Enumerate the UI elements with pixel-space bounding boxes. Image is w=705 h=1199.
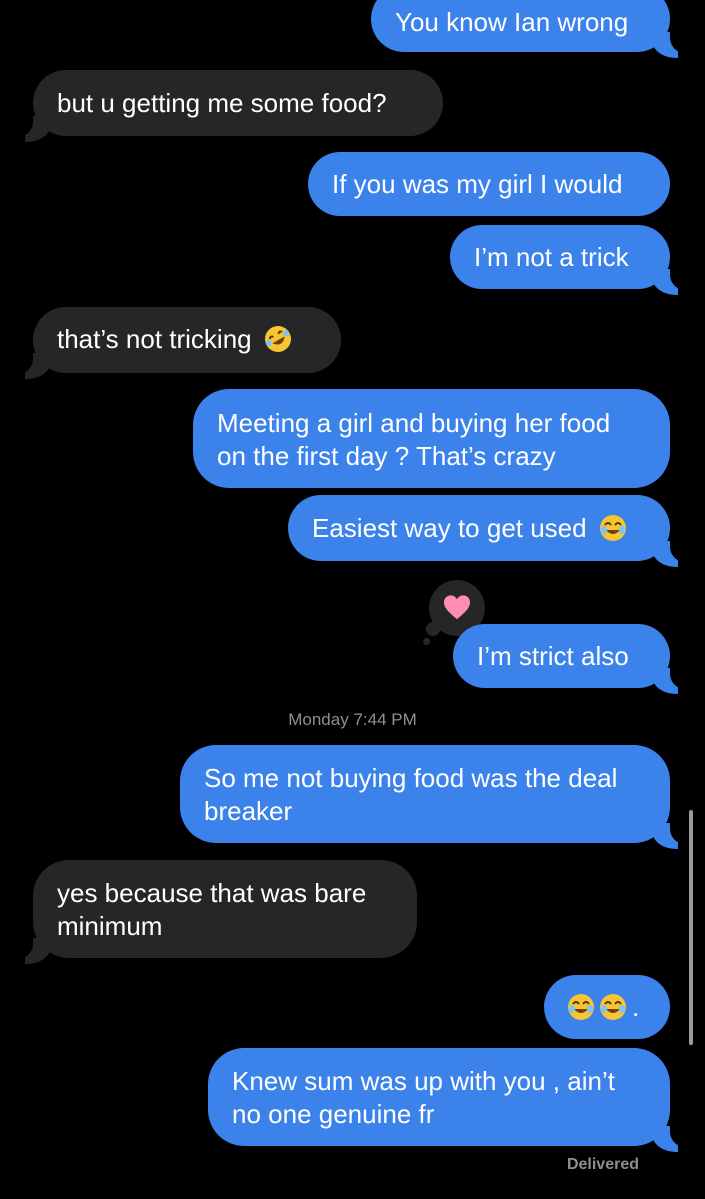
message-text: Meeting a girl and buying her food on th… xyxy=(217,408,611,471)
message-bubble-outgoing[interactable]: You know Ian wrong xyxy=(371,0,692,58)
message-text: that’s not tricking xyxy=(57,324,252,354)
message-text: Knew sum was up with you , ain’t no one … xyxy=(232,1066,615,1129)
message-text: I’m strict also xyxy=(477,641,629,671)
timestamp-day: Monday xyxy=(288,710,349,729)
message-bubble-outgoing[interactable]: Knew sum was up with you , ain’t no one … xyxy=(208,1048,692,1152)
message-text: If you was my girl I would xyxy=(332,169,623,199)
scrollbar[interactable] xyxy=(689,810,693,1045)
delivery-status: Delivered xyxy=(566,1156,639,1173)
message-bubble-outgoing[interactable]: If you was my girl I would xyxy=(308,152,670,216)
timestamp-time: 7:44 PM xyxy=(353,710,417,729)
message-text: yes because that was bare minimum xyxy=(57,878,367,941)
rolling-on-floor-laughing-icon xyxy=(264,326,291,353)
message-bubble-incoming[interactable]: yes because that was bare minimum xyxy=(11,860,417,964)
message-text: I’m not a trick xyxy=(474,242,629,272)
message-bubble-outgoing[interactable]: . xyxy=(544,975,670,1039)
timestamp: Monday 7:44 PM xyxy=(0,710,705,730)
message-bubble-outgoing[interactable]: Meeting a girl and buying her food on th… xyxy=(193,389,670,488)
message-bubble-incoming[interactable]: that’s not tricking xyxy=(11,307,341,379)
tears-of-joy-icon xyxy=(599,515,626,542)
message-bubble-outgoing[interactable]: So me not buying food was the deal break… xyxy=(180,745,692,849)
tears-of-joy-icon xyxy=(568,994,594,1021)
message-text: So me not buying food was the deal break… xyxy=(204,763,618,826)
message-bubble-outgoing[interactable]: I’m not a trick xyxy=(450,225,692,295)
message-bubble-outgoing[interactable]: Easiest way to get used xyxy=(288,495,692,567)
message-bubble-incoming[interactable]: but u getting me some food? xyxy=(11,70,443,142)
message-text: . xyxy=(632,992,640,1022)
message-bubble-outgoing[interactable]: I’m strict also xyxy=(453,624,692,694)
message-text: but u getting me some food? xyxy=(57,88,387,118)
message-text: Easiest way to get used xyxy=(312,513,587,543)
tears-of-joy-icon xyxy=(600,994,626,1021)
heart-icon xyxy=(443,595,471,620)
message-text: You know Ian wrong xyxy=(395,7,629,37)
